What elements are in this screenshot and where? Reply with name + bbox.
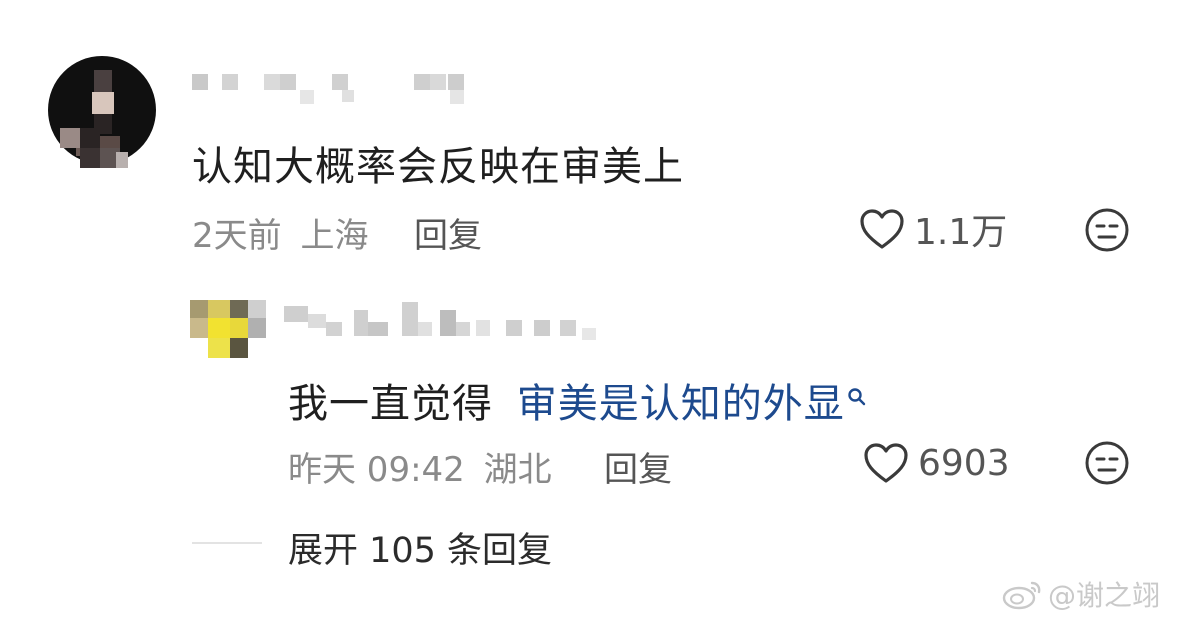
comment-like-count: 1.1万: [914, 212, 1008, 253]
reply-meta: 昨天 09:42 湖北: [288, 442, 552, 491]
comment-text: 认知大概率会反映在审美上: [192, 144, 684, 190]
comment-reply-button[interactable]: 回复: [414, 208, 482, 257]
weibo-logo-icon: [1002, 577, 1044, 611]
watermark-text: @谢之翊: [1048, 579, 1161, 612]
reply-time: 昨天 09:42: [288, 450, 465, 490]
reply-link-text: 审美是认知的外显: [516, 381, 845, 427]
reply-like-count: 6903: [918, 442, 1010, 484]
reply-like-button[interactable]: 6903: [862, 440, 1010, 486]
heart-outline-icon: [858, 207, 906, 251]
watermark: @谢之翊: [1002, 574, 1160, 614]
expand-divider: [192, 542, 262, 544]
reply-text: 我一直觉得 审美是认知的外显: [288, 371, 867, 429]
heart-outline-icon: [862, 441, 910, 485]
reply-reply-button[interactable]: 回复: [604, 442, 672, 491]
comment-location: 上海: [300, 216, 369, 256]
reply-location: 湖北: [483, 450, 552, 490]
comment-meta: 2天前 上海: [192, 208, 368, 257]
expand-replies-button[interactable]: 展开 105 条回复: [288, 522, 552, 573]
comment-like-button[interactable]: 1.1万: [858, 206, 1008, 253]
search-icon: [847, 371, 867, 406]
meh-face-icon[interactable]: [1084, 440, 1130, 486]
reply-username-blurred[interactable]: [284, 300, 614, 344]
reply-text-prefix: 我一直觉得: [288, 381, 493, 427]
meh-face-icon[interactable]: [1084, 207, 1130, 253]
reply-avatar[interactable]: [190, 300, 266, 358]
comment-username-blurred[interactable]: [192, 70, 482, 106]
comment-avatar-overflow: [60, 128, 128, 168]
comment-time: 2天前: [192, 216, 282, 256]
reply-search-link[interactable]: 审美是认知的外显: [517, 381, 867, 427]
